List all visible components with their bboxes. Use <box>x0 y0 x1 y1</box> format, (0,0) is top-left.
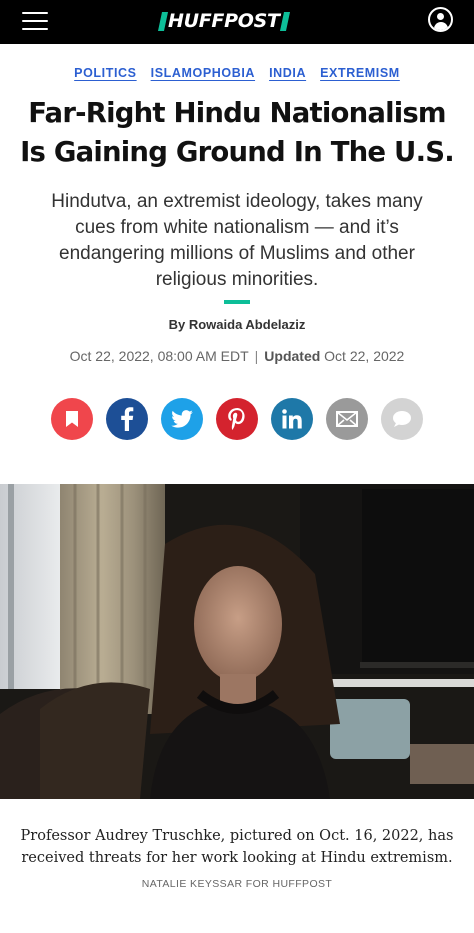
facebook-share-button[interactable] <box>106 398 148 440</box>
headline-line-2: Is Gaining Ground In The U.S. <box>20 136 455 168</box>
twitter-icon <box>171 410 193 428</box>
photo-caption: Professor Audrey Truschke, pictured on O… <box>20 828 454 866</box>
facebook-icon <box>121 407 134 431</box>
tag-politics[interactable]: POLITICS <box>74 66 136 80</box>
tag-islamophobia[interactable]: ISLAMOPHOBIA <box>151 66 255 80</box>
top-navigation-bar: HUFFPOST <box>0 0 474 44</box>
hamburger-menu-icon[interactable] <box>22 12 48 32</box>
twitter-share-button[interactable] <box>161 398 203 440</box>
published-date: Oct 22, 2022, 08:00 AM EDT <box>69 348 249 364</box>
linkedin-share-button[interactable] <box>271 398 313 440</box>
logo-text: HUFFPOST <box>168 10 280 32</box>
author-byline[interactable]: By Rowaida Abdelaziz <box>0 317 474 332</box>
share-bar <box>0 398 474 440</box>
user-profile-icon[interactable] <box>428 7 453 32</box>
article-dek: Hindutva, an extremist ideology, takes m… <box>51 191 423 290</box>
publish-dates: Oct 22, 2022, 08:00 AM EDT | Updated Oct 2… <box>0 348 474 364</box>
updated-label: Updated <box>264 348 321 364</box>
email-share-button[interactable] <box>326 398 368 440</box>
section-tags: POLITICS ISLAMOPHOBIA INDIA EXTREMISM <box>0 66 474 80</box>
article-lead-photo[interactable] <box>0 484 474 799</box>
linkedin-icon <box>282 409 302 429</box>
huffpost-logo[interactable]: HUFFPOST <box>157 9 290 33</box>
tag-india[interactable]: INDIA <box>269 66 306 80</box>
comments-button[interactable] <box>381 398 423 440</box>
date-separator: | <box>254 348 259 364</box>
pinterest-share-button[interactable] <box>216 398 258 440</box>
portrait-photo-illustration <box>0 484 474 799</box>
photo-credit: NATALIE KEYSSAR FOR HUFFPOST <box>141 878 333 890</box>
bookmark-button[interactable] <box>51 398 93 440</box>
tag-extremism[interactable]: EXTREMISM <box>320 66 400 80</box>
bookmark-icon <box>66 411 78 427</box>
headline-line-1: Far-Right Hindu Nationalism <box>28 97 446 129</box>
updated-date: Oct 22, 2022 <box>324 348 405 364</box>
article-headline: Far-Right Hindu Nationalism Is Gaining G… <box>20 94 455 172</box>
pinterest-icon <box>228 408 245 430</box>
comment-bubble-icon <box>393 411 411 427</box>
email-icon <box>336 411 358 427</box>
accent-divider <box>224 300 250 304</box>
